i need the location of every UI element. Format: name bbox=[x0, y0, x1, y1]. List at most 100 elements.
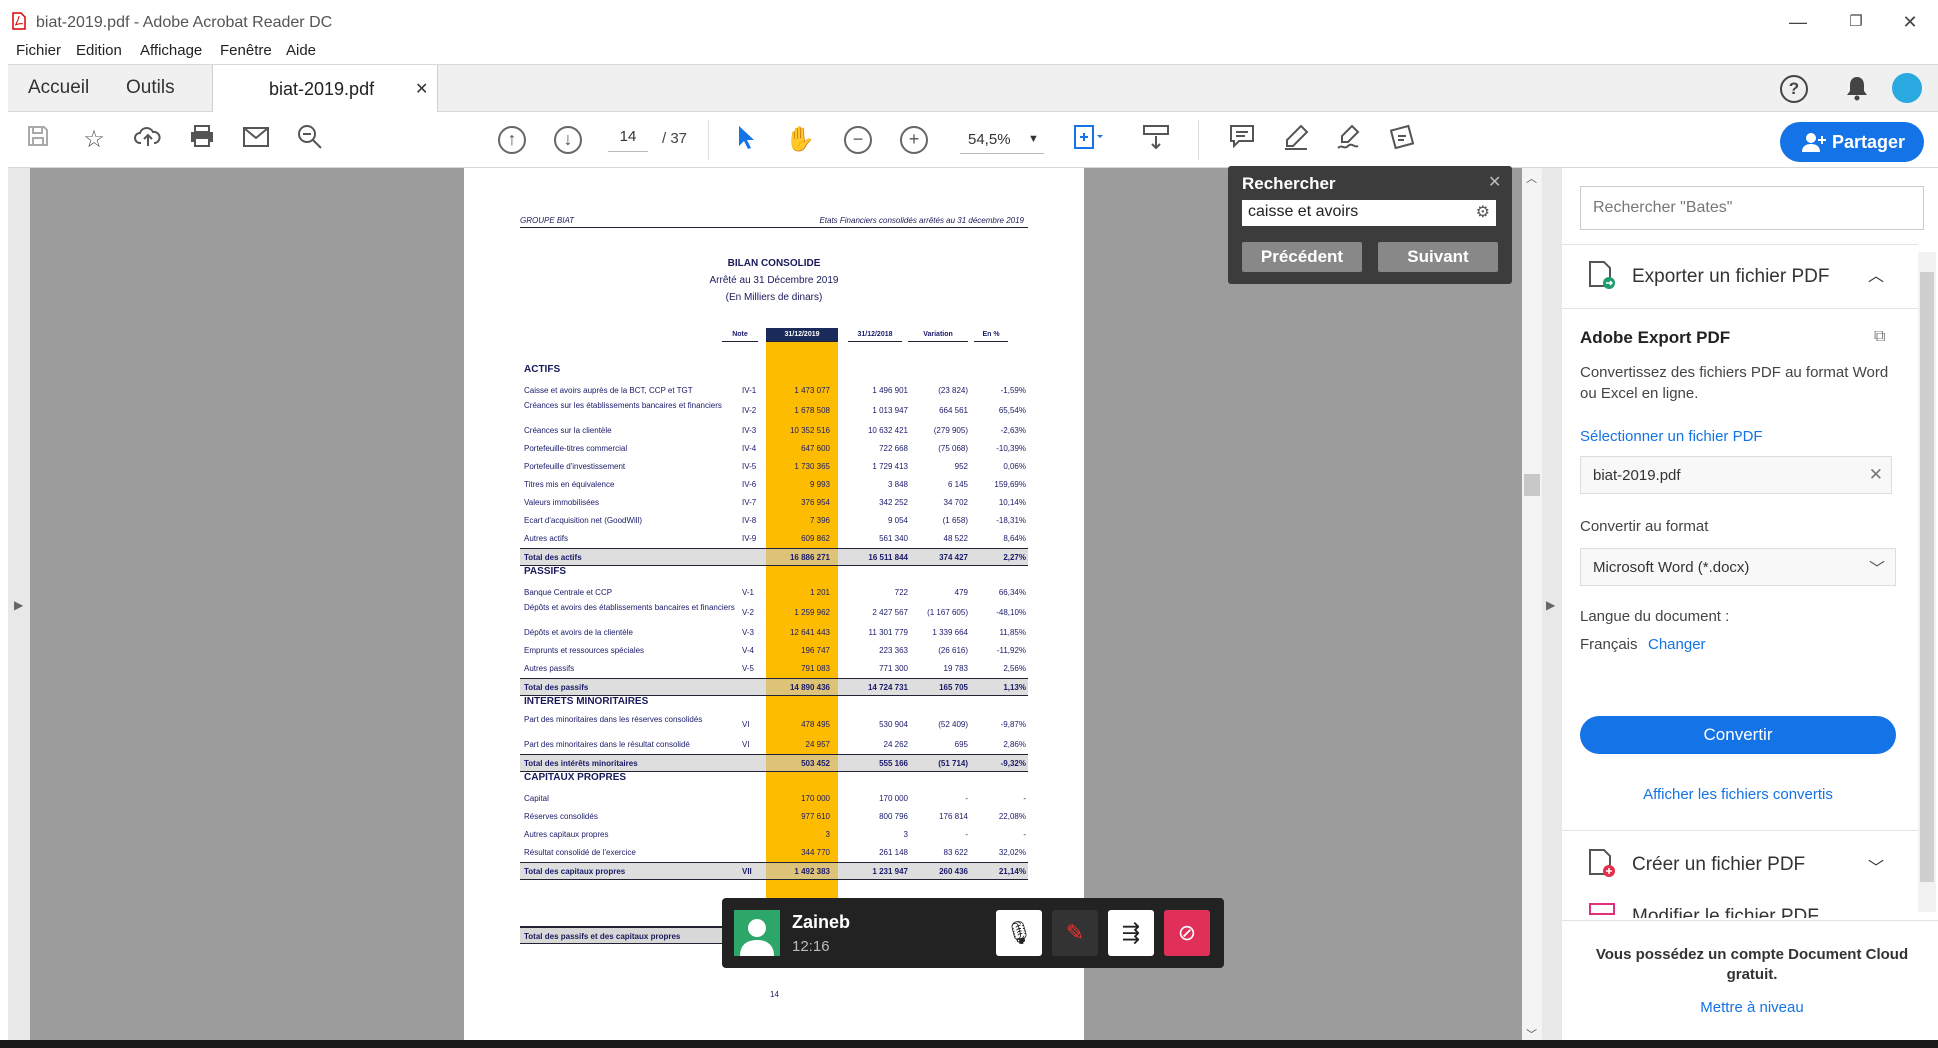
close-tab-icon[interactable]: ✕ bbox=[415, 79, 428, 99]
pdf-cell: 1 730 365 bbox=[794, 462, 830, 471]
tools-search-input[interactable]: Rechercher "Bates" bbox=[1580, 186, 1924, 230]
pdf-cell: IV-3 bbox=[742, 426, 757, 435]
pdf-cell: 11 301 779 bbox=[868, 628, 908, 637]
gear-icon[interactable]: ⚙ bbox=[1476, 202, 1490, 222]
microphone-icon[interactable]: 🎙 bbox=[996, 910, 1042, 956]
clear-file-icon[interactable]: ✕ bbox=[1869, 465, 1883, 485]
pen-off-icon[interactable]: ✎ bbox=[1052, 910, 1098, 956]
panel-scrollbar[interactable] bbox=[1918, 252, 1936, 912]
close-find-icon[interactable]: ✕ bbox=[1488, 172, 1501, 192]
pdf-cell: (1 167 605) bbox=[927, 608, 968, 617]
pdf-cell: 14 724 731 bbox=[867, 683, 908, 692]
cloud-account-box: Vous possédez un compte Document Cloud g… bbox=[1562, 920, 1938, 1048]
zoom-search-icon[interactable] bbox=[294, 124, 326, 156]
pdf-row-label: Capital bbox=[524, 794, 549, 803]
pdf-cell: 376 954 bbox=[801, 498, 830, 507]
menu-edition[interactable]: Edition bbox=[76, 42, 122, 59]
selected-file-field[interactable]: biat-2019.pdf ✕ bbox=[1580, 456, 1892, 494]
close-window-icon[interactable]: ✕ bbox=[1890, 8, 1930, 36]
collapse-right-icon[interactable]: ▶ bbox=[1546, 598, 1555, 612]
menu-fichier[interactable]: Fichier bbox=[16, 42, 61, 59]
pdf-cell: 664 561 bbox=[939, 406, 968, 415]
left-pane-toggle[interactable]: ▶ bbox=[8, 168, 30, 1048]
menu-aide[interactable]: Aide bbox=[286, 42, 316, 59]
pdf-row-label: Valeurs immobilisées bbox=[524, 498, 599, 507]
format-value: Microsoft Word (*.docx) bbox=[1593, 559, 1750, 576]
panel-scroll-thumb[interactable] bbox=[1920, 272, 1934, 882]
convert-button[interactable]: Convertir bbox=[1580, 716, 1896, 754]
create-pdf-title[interactable]: Créer un fichier PDF bbox=[1632, 854, 1805, 876]
avatar[interactable] bbox=[1892, 73, 1922, 103]
zoom-in-icon[interactable]: + bbox=[900, 126, 928, 154]
zoom-out-icon[interactable]: − bbox=[844, 126, 872, 154]
fill-sign-icon[interactable] bbox=[1388, 124, 1420, 156]
pdf-cell: 7 396 bbox=[809, 516, 830, 525]
pdf-row-label: Portefeuille d'investissement bbox=[524, 462, 626, 471]
tab-home[interactable]: Accueil bbox=[28, 77, 89, 99]
next-page-icon[interactable]: ↓ bbox=[554, 126, 582, 154]
scroll-mode-icon[interactable] bbox=[1140, 124, 1172, 156]
chevron-up-icon[interactable]: ︿ bbox=[1868, 262, 1884, 286]
highlight-pen-icon[interactable] bbox=[1280, 124, 1312, 156]
menu-fenetre[interactable]: Fenêtre bbox=[220, 42, 272, 59]
select-cursor-icon[interactable] bbox=[730, 124, 762, 156]
save-icon[interactable] bbox=[22, 124, 54, 156]
pdf-cell: V-2 bbox=[742, 608, 755, 617]
copy-icon[interactable]: ⧉ bbox=[1874, 328, 1885, 346]
change-language-link[interactable]: Changer bbox=[1648, 636, 1706, 653]
stop-share-icon[interactable]: ⊘ bbox=[1164, 910, 1210, 956]
call-overlay: Zaineb 12:16 🎙 ✎ ⇶ ⊘ bbox=[722, 898, 1224, 968]
pdf-cell: 22,08% bbox=[998, 812, 1026, 821]
fit-page-icon[interactable] bbox=[1072, 124, 1104, 156]
previous-button[interactable]: Précédent bbox=[1242, 242, 1362, 272]
pdf-cell: (26 616) bbox=[938, 646, 968, 655]
pdf-row-label: Emprunts et ressources spéciales bbox=[524, 646, 645, 655]
pdf-cell: IV-7 bbox=[742, 498, 757, 507]
zoom-select[interactable]: 54,5% ▼ bbox=[960, 128, 1044, 154]
next-button[interactable]: Suivant bbox=[1378, 242, 1498, 272]
bell-icon[interactable] bbox=[1846, 75, 1868, 107]
minimize-icon[interactable]: — bbox=[1778, 8, 1818, 36]
share-button[interactable]: Partager bbox=[1780, 122, 1924, 162]
star-icon[interactable]: ☆ bbox=[78, 124, 110, 156]
tab-document[interactable]: biat-2019.pdf ✕ bbox=[212, 65, 438, 113]
chevron-down-icon[interactable]: ﹀ bbox=[1868, 854, 1884, 878]
pdf-total-row: Total des passifs 14 890 436 14 724 731 165… bbox=[520, 678, 1028, 696]
format-select[interactable]: Microsoft Word (*.docx) ﹀ bbox=[1580, 548, 1896, 586]
find-input[interactable]: caisse et avoirs ⚙ bbox=[1242, 200, 1496, 226]
export-pdf-title[interactable]: Exporter un fichier PDF bbox=[1632, 266, 1829, 288]
pdf-cell: 196 747 bbox=[801, 646, 830, 655]
show-converted-link[interactable]: Afficher les fichiers convertis bbox=[1580, 786, 1896, 803]
document-scrollbar[interactable]: ︿ ﹀ bbox=[1522, 168, 1542, 1048]
comment-icon[interactable] bbox=[1226, 124, 1258, 156]
pdf-cell: 170 000 bbox=[801, 794, 830, 803]
handshake-icon[interactable]: ⇶ bbox=[1108, 910, 1154, 956]
pdf-col-header: Note bbox=[722, 328, 758, 342]
expand-left-icon[interactable]: ▶ bbox=[14, 598, 23, 612]
pdf-cell: (52 409) bbox=[938, 720, 968, 729]
restore-icon[interactable]: ❐ bbox=[1836, 8, 1876, 36]
hand-tool-icon[interactable]: ✋ bbox=[784, 124, 816, 156]
help-icon[interactable]: ? bbox=[1780, 75, 1808, 103]
pdf-cell: 478 495 bbox=[801, 720, 830, 729]
pdf-col-header: Variation bbox=[908, 328, 968, 342]
page-number-input[interactable]: 14 bbox=[608, 128, 648, 152]
tab-tools[interactable]: Outils bbox=[126, 77, 175, 99]
upload-cloud-icon[interactable] bbox=[132, 124, 164, 156]
scroll-thumb[interactable] bbox=[1524, 474, 1540, 496]
pdf-row-label: Total des passifs bbox=[524, 683, 589, 692]
grand-total-label: Total des passifs et des capitaux propre… bbox=[524, 932, 681, 941]
email-icon[interactable] bbox=[240, 124, 272, 156]
select-file-link[interactable]: Sélectionner un fichier PDF bbox=[1580, 428, 1763, 445]
divider bbox=[1562, 308, 1918, 309]
scroll-up-icon[interactable]: ︿ bbox=[1526, 170, 1537, 186]
prev-page-icon[interactable]: ↑ bbox=[498, 126, 526, 154]
sign-icon[interactable] bbox=[1334, 124, 1366, 156]
pdf-cell: 1,13% bbox=[1003, 683, 1026, 692]
edit-pdf-title[interactable]: Modifier le fichier PDF bbox=[1632, 906, 1912, 918]
print-icon[interactable] bbox=[186, 124, 218, 156]
upgrade-link[interactable]: Mettre à niveau bbox=[1582, 999, 1922, 1016]
right-pane-toggle[interactable]: ▶ bbox=[1542, 168, 1562, 1048]
menu-affichage[interactable]: Affichage bbox=[140, 42, 202, 59]
pdf-section-title: ACTIFS bbox=[524, 364, 561, 375]
